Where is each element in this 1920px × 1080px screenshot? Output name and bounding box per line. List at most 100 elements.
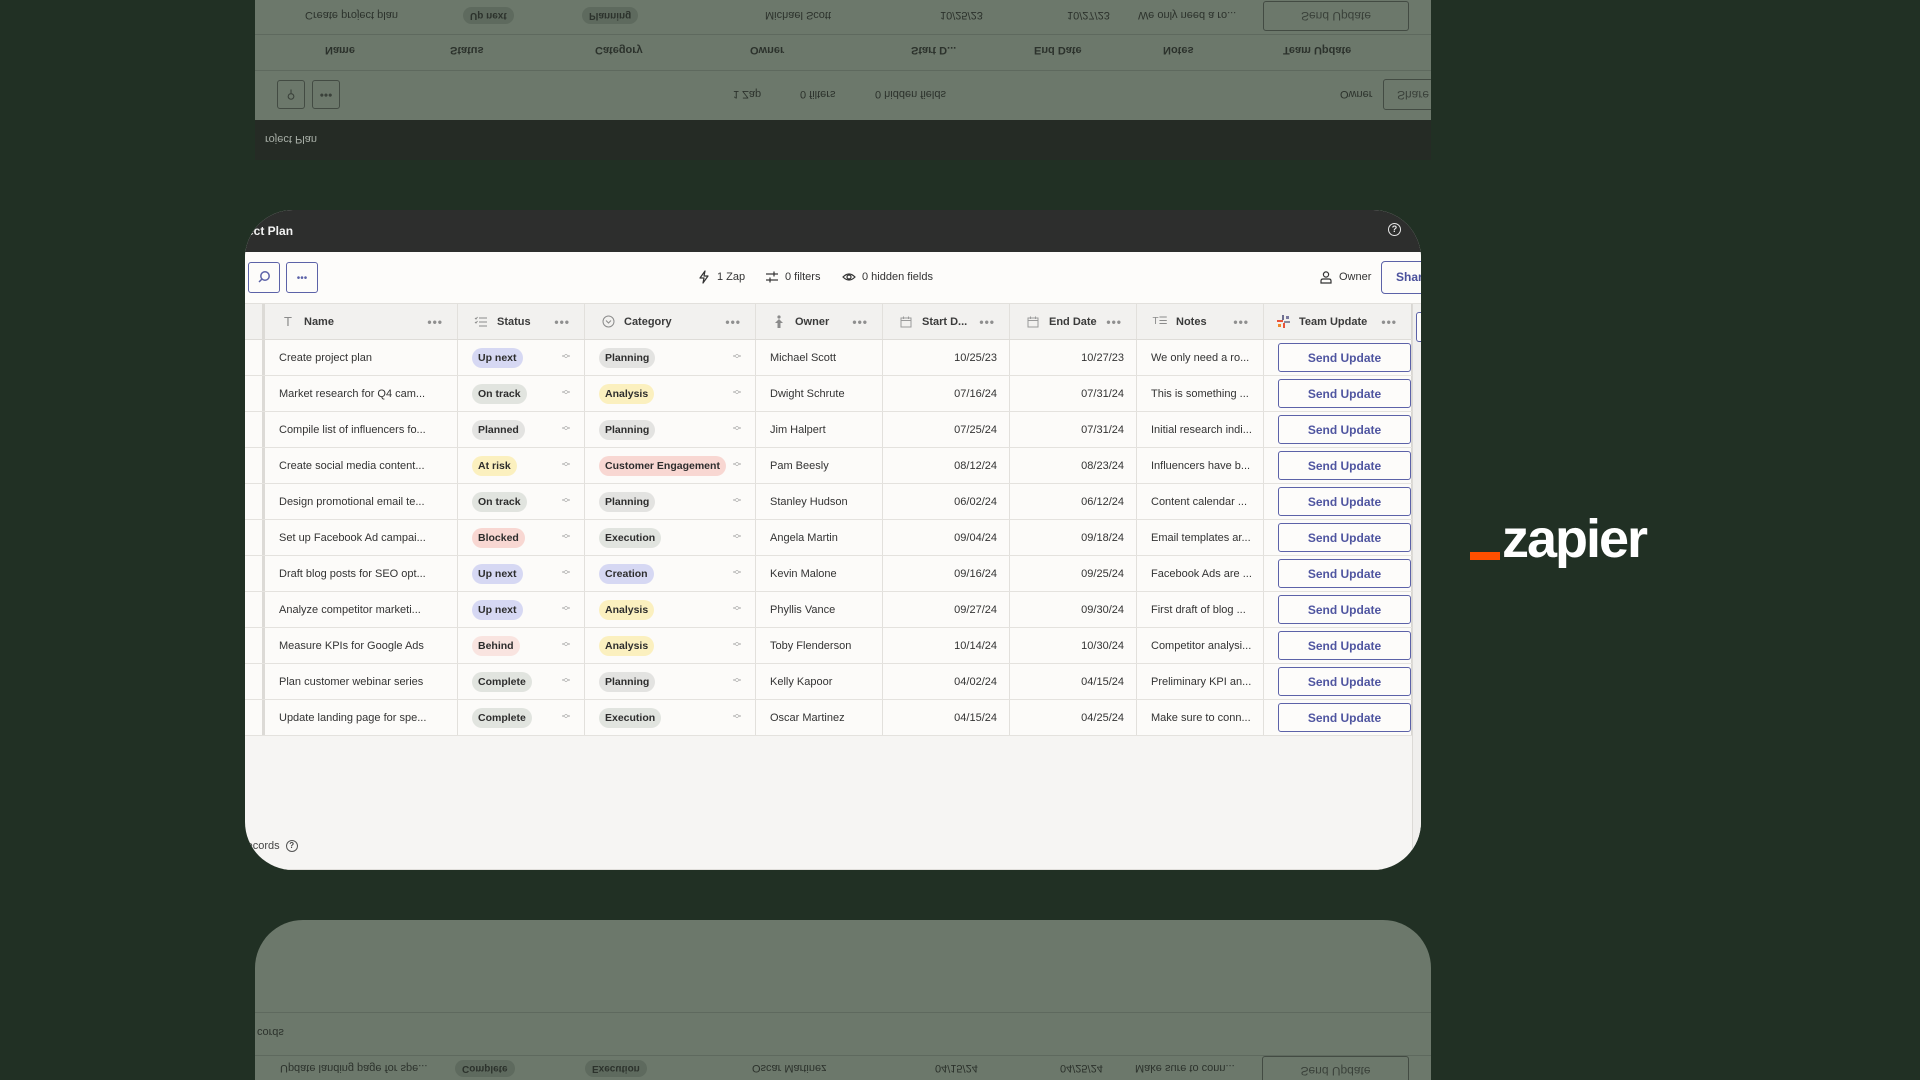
send-update-button[interactable]: Send Update: [1278, 343, 1411, 372]
cell-end-date[interactable]: 04/15/24: [1010, 664, 1137, 699]
column-header-start-date[interactable]: Start D... •••: [883, 304, 1010, 339]
cell-category[interactable]: Execution ︿ ﹀: [585, 700, 756, 735]
cell-owner[interactable]: Angela Martin: [756, 520, 883, 555]
owner-filter-button[interactable]: Owner: [1319, 270, 1371, 284]
row-select[interactable]: [245, 628, 265, 663]
column-menu-icon[interactable]: •••: [1233, 315, 1249, 329]
column-header-team-update[interactable]: Team Update •••: [1264, 304, 1412, 339]
send-update-button[interactable]: Send Update: [1278, 379, 1411, 408]
table-row[interactable]: Create project plan Up next ︿ ﹀ Planning ︿ ﹀ Mi…: [245, 340, 1412, 376]
send-update-button[interactable]: Send Update: [1278, 415, 1411, 444]
chevron-updown-icon[interactable]: ︿ ﹀: [562, 638, 570, 653]
row-select[interactable]: [245, 700, 265, 735]
chevron-updown-icon[interactable]: ︿ ﹀: [733, 350, 741, 365]
row-select[interactable]: [245, 340, 265, 375]
cell-end-date[interactable]: 06/12/24: [1010, 484, 1137, 519]
cell-name[interactable]: Plan customer webinar series: [265, 664, 458, 699]
cell-status[interactable]: Behind ︿ ﹀: [458, 628, 585, 663]
chevron-updown-icon[interactable]: ︿ ﹀: [562, 422, 570, 437]
table-row[interactable]: Measure KPIs for Google Ads Behind ︿ ﹀ Analy…: [245, 628, 1412, 664]
cell-start-date[interactable]: 07/25/24: [883, 412, 1010, 447]
cell-category[interactable]: Analysis ︿ ﹀: [585, 376, 756, 411]
cell-owner[interactable]: Michael Scott: [756, 340, 883, 375]
cell-start-date[interactable]: 09/04/24: [883, 520, 1010, 555]
cell-start-date[interactable]: 10/14/24: [883, 628, 1010, 663]
cell-category[interactable]: Execution ︿ ﹀: [585, 520, 756, 555]
cell-category[interactable]: Analysis ︿ ﹀: [585, 592, 756, 627]
chevron-updown-icon[interactable]: ︿ ﹀: [562, 710, 570, 725]
chevron-updown-icon[interactable]: ︿ ﹀: [733, 602, 741, 617]
cell-notes[interactable]: Make sure to conn...: [1137, 700, 1264, 735]
search-button[interactable]: [248, 262, 280, 293]
cell-owner[interactable]: Kelly Kapoor: [756, 664, 883, 699]
chevron-updown-icon[interactable]: ︿ ﹀: [733, 566, 741, 581]
column-header-owner[interactable]: Owner •••: [756, 304, 883, 339]
cell-category[interactable]: Planning ︿ ﹀: [585, 340, 756, 375]
cell-status[interactable]: Up next ︿ ﹀: [458, 592, 585, 627]
chevron-updown-icon[interactable]: ︿ ﹀: [733, 710, 741, 725]
cell-category[interactable]: Planning ︿ ﹀: [585, 664, 756, 699]
cell-start-date[interactable]: 09/27/24: [883, 592, 1010, 627]
cell-name[interactable]: Create project plan: [265, 340, 458, 375]
chevron-updown-icon[interactable]: ︿ ﹀: [733, 386, 741, 401]
cell-notes[interactable]: Facebook Ads are ...: [1137, 556, 1264, 591]
cell-owner[interactable]: Stanley Hudson: [756, 484, 883, 519]
row-select[interactable]: [245, 664, 265, 699]
cell-name[interactable]: Measure KPIs for Google Ads: [265, 628, 458, 663]
cell-owner[interactable]: Jim Halpert: [756, 412, 883, 447]
column-header-status[interactable]: Status •••: [458, 304, 585, 339]
cell-status[interactable]: On track ︿ ﹀: [458, 484, 585, 519]
more-options-button[interactable]: •••: [286, 262, 318, 293]
cell-end-date[interactable]: 09/30/24: [1010, 592, 1137, 627]
table-row[interactable]: Set up Facebook Ad campai... Blocked ︿ ﹀ Exe…: [245, 520, 1412, 556]
cell-status[interactable]: At risk ︿ ﹀: [458, 448, 585, 483]
cell-owner[interactable]: Oscar Martinez: [756, 700, 883, 735]
cell-notes[interactable]: Initial research indi...: [1137, 412, 1264, 447]
send-update-button[interactable]: Send Update: [1278, 631, 1411, 660]
cell-name[interactable]: Design promotional email te...: [265, 484, 458, 519]
chevron-updown-icon[interactable]: ︿ ﹀: [562, 350, 570, 365]
cell-category[interactable]: Creation ︿ ﹀: [585, 556, 756, 591]
share-button[interactable]: Share: [1381, 261, 1421, 294]
row-select[interactable]: [245, 484, 265, 519]
chevron-updown-icon[interactable]: ︿ ﹀: [562, 602, 570, 617]
column-header-name[interactable]: T Name •••: [265, 304, 458, 339]
cell-name[interactable]: Market research for Q4 cam...: [265, 376, 458, 411]
cell-status[interactable]: Complete ︿ ﹀: [458, 700, 585, 735]
column-header-category[interactable]: Category •••: [585, 304, 756, 339]
cell-notes[interactable]: First draft of blog ...: [1137, 592, 1264, 627]
chevron-updown-icon[interactable]: ︿ ﹀: [733, 422, 741, 437]
table-row[interactable]: Plan customer webinar series Complete ︿ ﹀ Pl…: [245, 664, 1412, 700]
cell-notes[interactable]: Influencers have b...: [1137, 448, 1264, 483]
column-header-notes[interactable]: T☰ Notes •••: [1137, 304, 1264, 339]
send-update-button[interactable]: Send Update: [1278, 487, 1411, 516]
cell-owner[interactable]: Pam Beesly: [756, 448, 883, 483]
chevron-updown-icon[interactable]: ︿ ﹀: [562, 566, 570, 581]
column-menu-icon[interactable]: •••: [1381, 315, 1397, 329]
cell-end-date[interactable]: 10/30/24: [1010, 628, 1137, 663]
cell-start-date[interactable]: 10/25/23: [883, 340, 1010, 375]
zap-button[interactable]: 1 Zap: [697, 270, 745, 284]
cell-category[interactable]: Planning ︿ ﹀: [585, 484, 756, 519]
chevron-updown-icon[interactable]: ︿ ﹀: [733, 458, 741, 473]
cell-category[interactable]: Planning ︿ ﹀: [585, 412, 756, 447]
send-update-button[interactable]: Send Update: [1278, 451, 1411, 480]
cell-end-date[interactable]: 04/25/24: [1010, 700, 1137, 735]
send-update-button[interactable]: Send Update: [1278, 703, 1411, 732]
table-row[interactable]: Draft blog posts for SEO opt... Up next ︿ ﹀…: [245, 556, 1412, 592]
cell-status[interactable]: Up next ︿ ﹀: [458, 340, 585, 375]
cell-owner[interactable]: Phyllis Vance: [756, 592, 883, 627]
column-menu-icon[interactable]: •••: [1106, 315, 1122, 329]
column-header-end-date[interactable]: End Date •••: [1010, 304, 1137, 339]
send-update-button[interactable]: Send Update: [1278, 559, 1411, 588]
cell-start-date[interactable]: 09/16/24: [883, 556, 1010, 591]
chevron-updown-icon[interactable]: ︿ ﹀: [562, 458, 570, 473]
chevron-updown-icon[interactable]: ︿ ﹀: [733, 638, 741, 653]
cell-end-date[interactable]: 07/31/24: [1010, 376, 1137, 411]
filters-button[interactable]: 0 filters: [765, 270, 820, 284]
table-row[interactable]: Update landing page for spe... Complete ︿ ﹀…: [245, 700, 1412, 736]
cell-owner[interactable]: Kevin Malone: [756, 556, 883, 591]
row-select[interactable]: [245, 520, 265, 555]
row-select[interactable]: [245, 556, 265, 591]
cell-notes[interactable]: We only need a ro...: [1137, 340, 1264, 375]
